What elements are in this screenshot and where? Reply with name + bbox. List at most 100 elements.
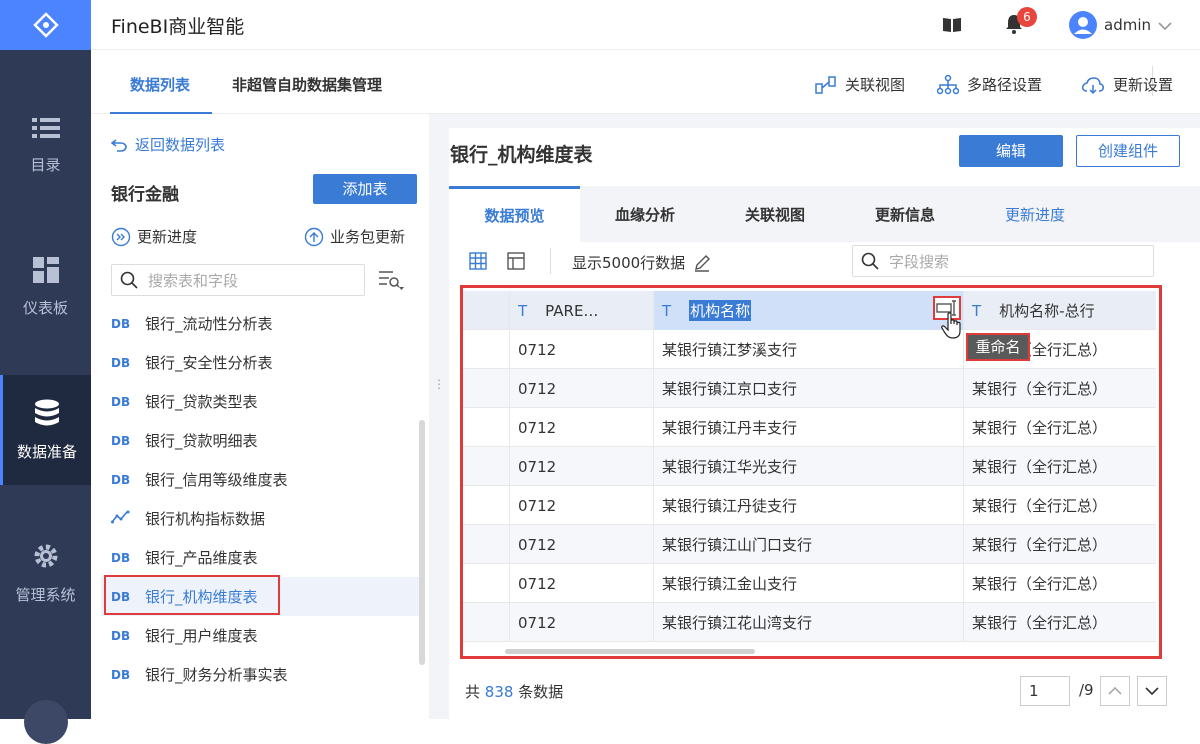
- table-highlight-box: [460, 285, 1162, 659]
- search-icon: [120, 271, 138, 289]
- edit-button[interactable]: 编辑: [959, 135, 1063, 167]
- list-item[interactable]: DB 银行_贷款明细表: [101, 421, 419, 460]
- tab-relation-view[interactable]: 关联视图: [710, 186, 840, 242]
- update-settings-label: 更新设置: [1113, 76, 1174, 94]
- update-settings-button[interactable]: 更新设置: [1081, 74, 1173, 95]
- app-title: FineBI商业智能: [111, 16, 245, 38]
- nav-label: 数据准备: [16, 442, 77, 461]
- table-search-input[interactable]: 搜索表和字段: [111, 264, 365, 296]
- divider: [550, 248, 551, 274]
- total-count-text: 共 838 条数据: [465, 681, 563, 702]
- list-item[interactable]: DB 银行_信用等级维度表: [101, 460, 419, 499]
- grid-view-icon[interactable]: [469, 252, 487, 270]
- search-placeholder: 搜索表和字段: [148, 271, 239, 290]
- package-title: 银行金融: [111, 185, 179, 205]
- table-list: DB 银行_流动性分析表 DB 银行_安全性分析表 DB 银行_贷款类型表 DB 银行_…: [101, 304, 419, 694]
- logo-icon[interactable]: [0, 0, 91, 50]
- nav-item-dashboard[interactable]: 仪表板: [0, 232, 91, 342]
- db-icon: DB: [111, 667, 131, 682]
- tab-data-preview[interactable]: 数据预览: [449, 186, 580, 242]
- row-limit-label: 显示5000行数据: [572, 254, 686, 272]
- add-table-button[interactable]: 添加表: [313, 174, 417, 204]
- update-progress-link[interactable]: 更新进度: [111, 226, 197, 247]
- db-icon: DB: [111, 316, 131, 331]
- next-page-button[interactable]: [1137, 676, 1167, 706]
- prev-page-button[interactable]: [1100, 676, 1130, 706]
- table-name: 银行_贷款类型表: [145, 393, 258, 411]
- selection-highlight: [104, 575, 280, 615]
- filter-sort-icon[interactable]: [378, 269, 404, 295]
- update-progress-label: 更新进度: [137, 228, 198, 246]
- layout-view-icon[interactable]: [507, 252, 525, 270]
- nav-item-catalog[interactable]: 目录: [0, 90, 91, 200]
- preview-toolbar: 显示5000行数据 字段搜索: [449, 242, 1200, 282]
- total-count: 838: [484, 683, 514, 701]
- user-name[interactable]: admin: [1104, 16, 1151, 34]
- multipath-settings-button[interactable]: 多路径设置: [937, 74, 1042, 95]
- left-nav: 目录 仪表板 数据准备 管理系统: [0, 0, 91, 744]
- database-icon: [35, 399, 59, 425]
- relation-view-button[interactable]: 关联视图: [815, 74, 905, 95]
- table-name: 银行_信用等级维度表: [145, 471, 288, 489]
- hierarchy-icon: [937, 74, 959, 94]
- multipath-label: 多路径设置: [967, 76, 1043, 94]
- avatar[interactable]: [1069, 11, 1097, 39]
- tab-update-progress[interactable]: 更新进度: [970, 186, 1100, 242]
- detail-tabs: 数据预览 血缘分析 关联视图 更新信息 更新进度: [449, 186, 1200, 242]
- row-limit-control[interactable]: 显示5000行数据: [572, 252, 711, 273]
- page-number-input[interactable]: 1: [1020, 676, 1070, 706]
- db-icon: DB: [111, 550, 131, 565]
- pencil-icon[interactable]: [693, 254, 711, 272]
- chevron-up-icon: [1108, 686, 1122, 695]
- back-arrow-icon: [111, 138, 127, 152]
- hand-cursor-icon: [940, 312, 964, 344]
- table-name: 银行_流动性分析表: [145, 315, 273, 333]
- field-search-input[interactable]: 字段搜索: [852, 245, 1154, 277]
- tab-data-list[interactable]: 数据列表: [130, 74, 190, 95]
- list-item[interactable]: DB 银行_财务分析事实表: [101, 655, 419, 694]
- db-icon: DB: [111, 472, 131, 487]
- package-update-label: 业务包更新: [330, 228, 406, 246]
- relation-view-label: 关联视图: [845, 76, 906, 94]
- back-to-list-link[interactable]: 返回数据列表: [111, 134, 225, 155]
- dataset-title: 银行_机构维度表: [450, 144, 593, 166]
- analysis-icon: [111, 510, 131, 527]
- nav-item-data-prep[interactable]: 数据准备: [0, 375, 91, 485]
- nav-label: 仪表板: [22, 298, 68, 317]
- create-component-button[interactable]: 创建组件: [1076, 135, 1180, 167]
- tab-update-info[interactable]: 更新信息: [840, 186, 970, 242]
- list-item[interactable]: 银行机构指标数据: [101, 499, 419, 538]
- top-header: FineBI商业智能 6 admin: [91, 0, 1200, 50]
- tab-lineage[interactable]: 血缘分析: [580, 186, 710, 242]
- db-icon: DB: [111, 355, 131, 370]
- dashboard-icon: [32, 256, 59, 283]
- list-icon: [31, 117, 60, 138]
- nav-item-admin[interactable]: 管理系统: [0, 518, 91, 628]
- list-scrollbar[interactable]: [419, 420, 425, 665]
- book-icon[interactable]: [942, 17, 962, 37]
- sub-tabs: 数据列表 非超管自助数据集管理 关联视图 多路径设置 更新设置: [91, 50, 1200, 115]
- list-item[interactable]: DB 银行_贷款类型表: [101, 382, 419, 421]
- table-name: 银行_用户维度表: [145, 627, 258, 645]
- table-name: 银行_财务分析事实表: [145, 666, 288, 684]
- chevron-down-icon: [1145, 687, 1159, 696]
- total-prefix: 共: [465, 683, 481, 701]
- db-icon: DB: [111, 433, 131, 448]
- package-update-link[interactable]: 业务包更新: [304, 226, 405, 247]
- cloud-sync-icon: [1081, 76, 1104, 94]
- db-icon: DB: [111, 394, 131, 409]
- total-suffix: 条数据: [518, 683, 564, 701]
- list-item[interactable]: DB 银行_产品维度表: [101, 538, 419, 577]
- list-item[interactable]: DB 银行_流动性分析表: [101, 304, 419, 343]
- list-item[interactable]: DB 银行_安全性分析表: [101, 343, 419, 382]
- add-icon[interactable]: [24, 700, 68, 744]
- dataset-panel: 返回数据列表 银行金融 添加表 更新进度 业务包更新 搜索表和字段 DB 银行_流…: [91, 114, 429, 719]
- tab-self-service-dataset-mgmt[interactable]: 非超管自助数据集管理: [232, 74, 382, 95]
- notification-badge: 6: [1017, 7, 1037, 27]
- list-item[interactable]: DB 银行_用户维度表: [101, 616, 419, 655]
- page-total: /9: [1079, 681, 1094, 699]
- table-name: 银行_贷款明细表: [145, 432, 258, 450]
- nav-label: 管理系统: [15, 585, 76, 604]
- chevron-down-icon[interactable]: [1157, 17, 1173, 36]
- table-name: 银行机构指标数据: [145, 510, 266, 528]
